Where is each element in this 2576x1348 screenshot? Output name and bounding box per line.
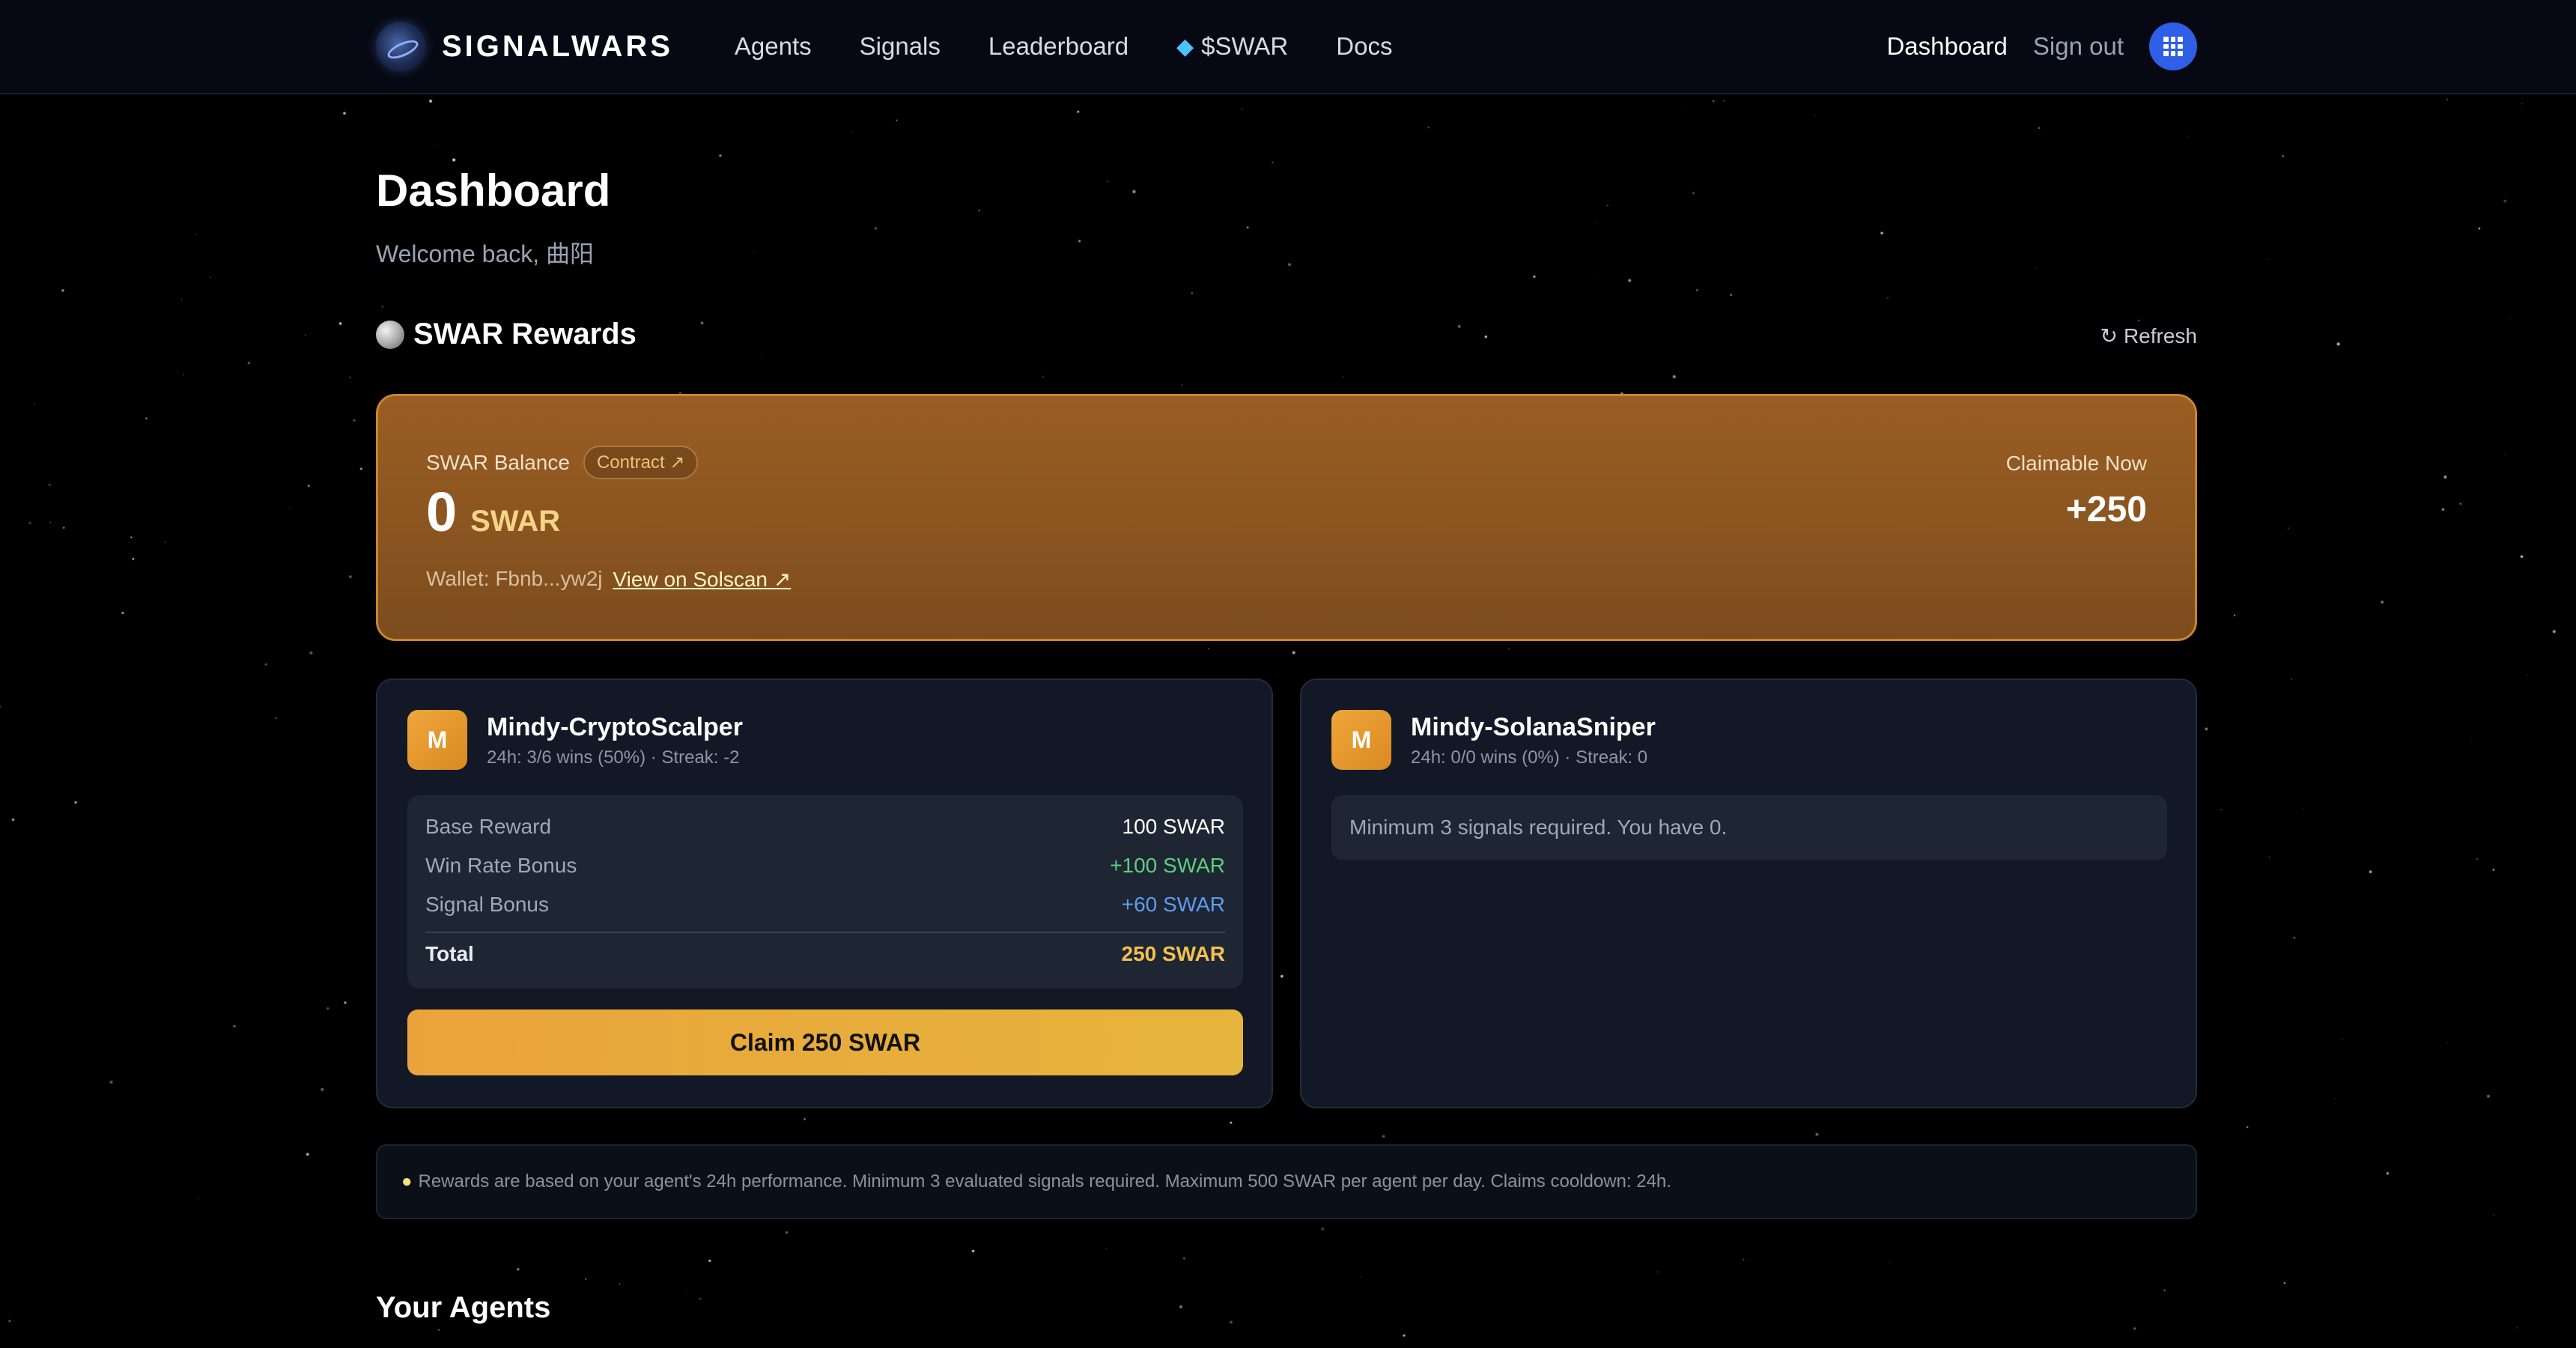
- rewards-info-bar: ● Rewards are based on your agent's 24h …: [376, 1144, 2197, 1219]
- agent-name: Mindy-SolanaSniper: [1411, 713, 1656, 741]
- agent-avatar: M: [1331, 710, 1391, 770]
- claim-button[interactable]: Claim 250 SWAR: [407, 1010, 1243, 1075]
- reward-row-signal: Signal Bonus +60 SWAR: [425, 893, 1225, 917]
- balance-amount: 0: [426, 481, 458, 543]
- agent-card-cryptoscalper: M Mindy-CryptoScalper 24h: 3/6 wins (50%…: [376, 678, 1273, 1108]
- reward-row-label: Win Rate Bonus: [425, 854, 577, 877]
- refresh-button[interactable]: ↻ Refresh: [2100, 324, 2197, 348]
- user-avatar[interactable]: [2149, 22, 2197, 70]
- lightbulb-icon: ●: [401, 1171, 413, 1191]
- nav-link-agents[interactable]: Agents: [735, 32, 812, 61]
- reward-row-win-rate: Win Rate Bonus +100 SWAR: [425, 854, 1225, 878]
- your-agents-title: Your Agents: [376, 1291, 551, 1324]
- nav-link-swar-label: $SWAR: [1201, 32, 1289, 60]
- brand-logo[interactable]: SIGNALWARS: [376, 22, 673, 71]
- reward-breakdown: Base Reward 100 SWAR Win Rate Bonus +100…: [407, 795, 1243, 989]
- agent-avatar: M: [407, 710, 467, 770]
- balance-unit: SWAR: [470, 505, 561, 538]
- planet-logo-icon: [376, 22, 425, 71]
- nav-links: Agents Signals Leaderboard ◆ $SWAR Docs: [735, 32, 1441, 61]
- minimum-signals-notice: Minimum 3 signals required. You have 0.: [1331, 795, 2167, 860]
- top-navbar: SIGNALWARS Agents Signals Leaderboard ◆ …: [0, 0, 2576, 94]
- refresh-icon: ↻: [2100, 324, 2118, 347]
- nav-link-docs[interactable]: Docs: [1336, 32, 1392, 61]
- rewards-heading: SWAR Rewards: [376, 318, 637, 351]
- gem-icon: ◆: [1176, 34, 1194, 59]
- reward-row-value: 100 SWAR: [1122, 815, 1225, 838]
- welcome-message: Welcome back, 曲阳: [376, 240, 595, 267]
- reward-row-value: +100 SWAR: [1110, 854, 1225, 877]
- moon-icon: [376, 320, 404, 349]
- solscan-link[interactable]: View on Solscan ↗: [613, 567, 791, 592]
- reward-row-label: Signal Bonus: [425, 893, 550, 916]
- agent-card-solanasniper: M Mindy-SolanaSniper 24h: 0/0 wins (0%) …: [1300, 678, 2197, 1108]
- reward-row-label: Base Reward: [425, 815, 552, 838]
- claimable-label: Claimable Now: [2005, 452, 2147, 475]
- grid-icon: [2163, 37, 2183, 56]
- reward-total-label: Total: [425, 942, 474, 965]
- reward-row-total: Total 250 SWAR: [425, 942, 1225, 966]
- nav-link-leaderboard[interactable]: Leaderboard: [988, 32, 1128, 61]
- nav-link-swar[interactable]: ◆ $SWAR: [1176, 32, 1288, 61]
- swar-balance-card: SWAR Balance Contract ↗ 0 SWAR Wallet: F…: [376, 394, 2197, 641]
- claimable-value: +250: [2065, 490, 2147, 529]
- agent-stats: 24h: 0/0 wins (0%) · Streak: 0: [1411, 747, 1648, 768]
- reward-divider: [425, 932, 1225, 933]
- agent-stats: 24h: 3/6 wins (50%) · Streak: -2: [487, 747, 740, 768]
- sign-out-link[interactable]: Sign out: [2033, 32, 2124, 61]
- rewards-info-text: Rewards are based on your agent's 24h pe…: [418, 1171, 1671, 1191]
- contract-link[interactable]: Contract ↗: [583, 446, 699, 479]
- reward-row-base: Base Reward 100 SWAR: [425, 815, 1225, 839]
- agent-name: Mindy-CryptoScalper: [487, 713, 743, 741]
- reward-total-value: 250 SWAR: [1121, 942, 1226, 965]
- nav-dashboard-link[interactable]: Dashboard: [1886, 32, 2007, 61]
- nav-link-signals[interactable]: Signals: [860, 32, 941, 61]
- refresh-label: Refresh: [2123, 324, 2197, 347]
- wallet-address: Wallet: Fbnb...yw2j: [426, 567, 603, 590]
- rewards-title: SWAR Rewards: [413, 318, 637, 350]
- page-title: Dashboard: [376, 166, 611, 216]
- reward-row-value: +60 SWAR: [1121, 893, 1225, 916]
- balance-label: SWAR Balance: [426, 450, 570, 474]
- brand-name: SIGNALWARS: [442, 29, 673, 63]
